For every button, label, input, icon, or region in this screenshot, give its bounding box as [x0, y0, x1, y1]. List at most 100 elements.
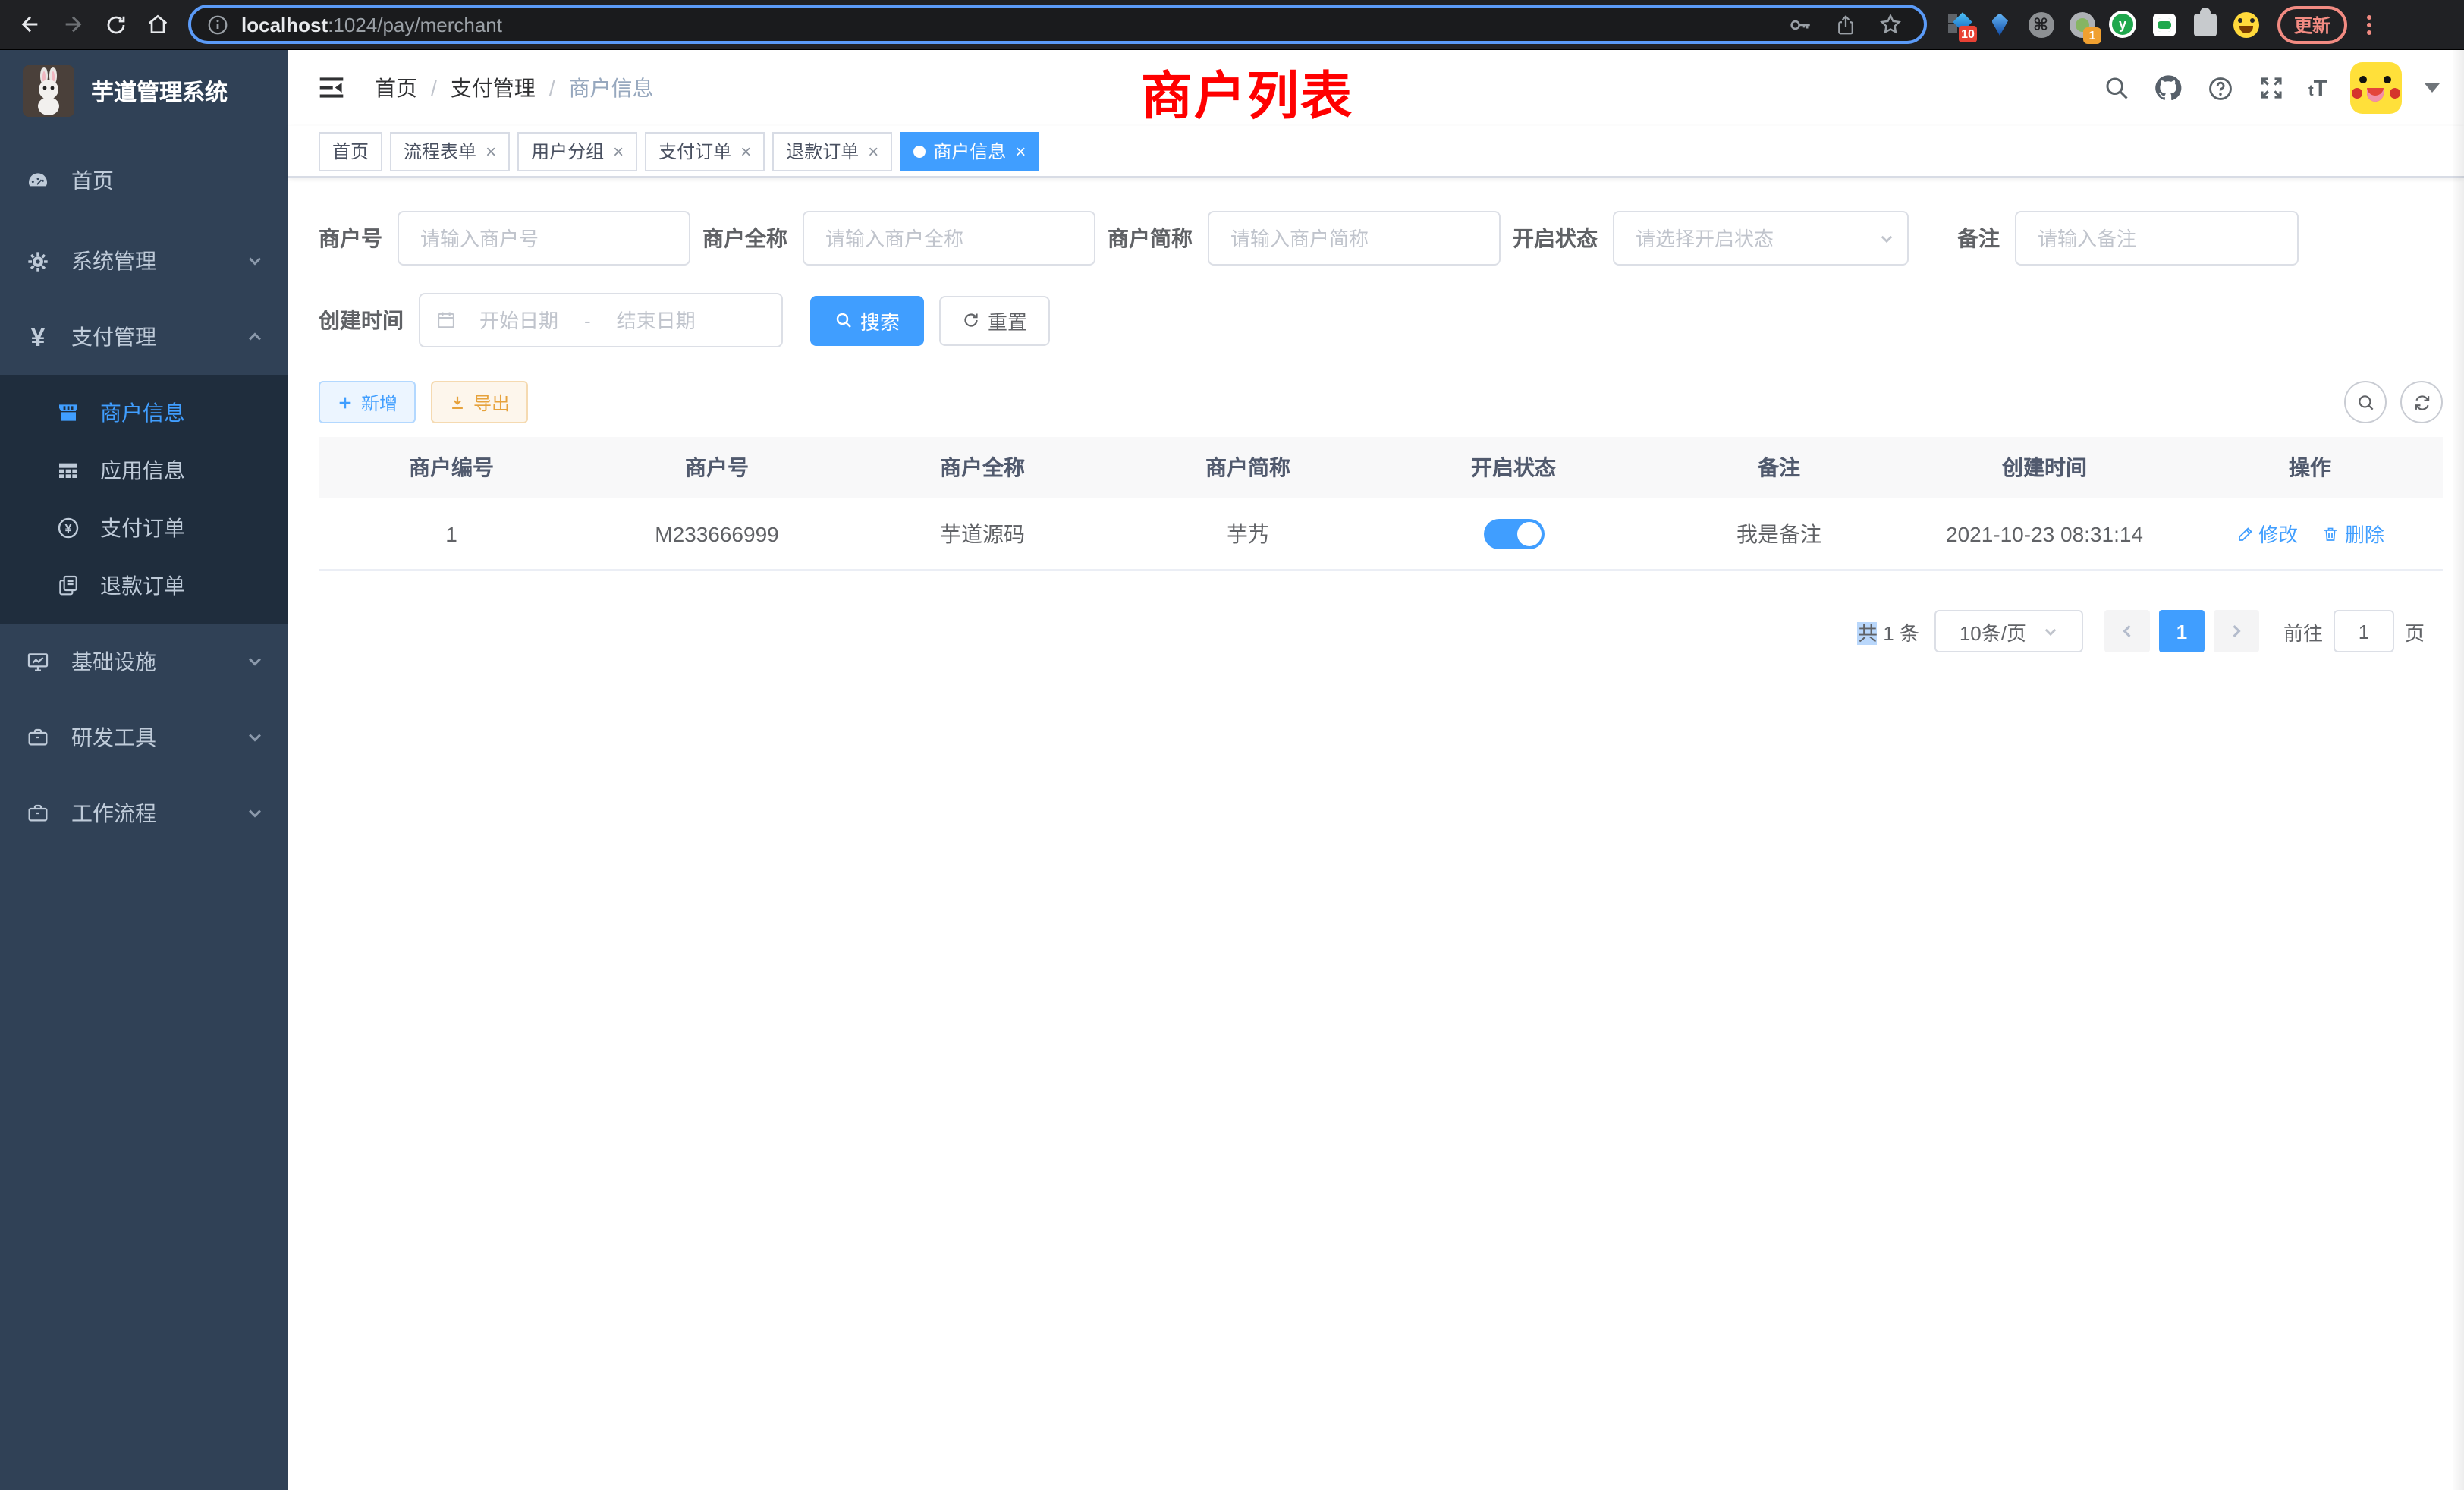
extensions-puzzle-icon[interactable]	[2191, 11, 2218, 38]
tags-view-bar: 首页 流程表单× 用户分组× 支付订单× 退款订单× 商户信息×	[288, 126, 2464, 178]
app-logo-row[interactable]: 芋道管理系统	[0, 50, 288, 132]
prev-page-button[interactable]	[2104, 610, 2150, 652]
sidebar-item-workflow[interactable]: 工作流程	[0, 775, 288, 851]
sidebar-collapse-button[interactable]	[313, 70, 350, 106]
navbar-actions: tT	[2104, 62, 2440, 114]
extension-badge-1: 1	[2083, 27, 2101, 44]
sidebar-item-pay-management[interactable]: ¥ 支付管理	[0, 299, 288, 375]
delete-link[interactable]: 删除	[2322, 519, 2384, 548]
address-bar[interactable]: localhost:1024/pay/merchant	[188, 5, 1927, 44]
search-icon[interactable]	[2104, 74, 2131, 102]
github-icon[interactable]	[2154, 73, 2184, 103]
browser-home-button[interactable]	[137, 3, 179, 46]
close-icon[interactable]: ×	[486, 142, 496, 160]
extension-gem-icon[interactable]	[1986, 11, 2013, 38]
status-select[interactable]	[1613, 211, 1909, 266]
cell-create-time: 2021-10-23 08:31:14	[1912, 521, 2177, 545]
field-label: 商户简称	[1108, 223, 1193, 253]
tab-home[interactable]: 首页	[319, 131, 382, 171]
fullscreen-icon[interactable]	[2258, 74, 2286, 102]
field-label: 开启状态	[1513, 223, 1598, 253]
start-date-input[interactable]	[457, 309, 581, 332]
profile-emoji-icon[interactable]	[2232, 11, 2259, 38]
tab-merchant-info[interactable]: 商户信息×	[900, 131, 1039, 171]
browser-back-button[interactable]	[9, 3, 52, 46]
reset-button[interactable]: 重置	[939, 295, 1050, 345]
goto-page-input[interactable]	[2334, 610, 2394, 652]
export-button[interactable]: 导出	[431, 381, 528, 423]
filter-row-1: 商户号 商户全称 商户简称 开启状态	[319, 211, 2443, 266]
remark-input[interactable]	[2015, 211, 2299, 266]
browser-reload-button[interactable]	[94, 3, 137, 46]
share-icon[interactable]	[1834, 13, 1857, 36]
status-select-input[interactable]	[1613, 211, 1909, 266]
goto-label: 前往	[2283, 617, 2323, 646]
toggle-search-button[interactable]	[2344, 381, 2387, 423]
avatar-caret-down-icon[interactable]	[2425, 83, 2440, 93]
tab-pay-order[interactable]: 支付订单×	[645, 131, 765, 171]
annotation-merchant-list: 商户列表	[1141, 55, 1353, 129]
extension-badge-10: 10	[1959, 26, 1977, 42]
sidebar-item-system-management[interactable]: 系统管理	[0, 223, 288, 299]
tab-refund-order[interactable]: 退款订单×	[772, 131, 892, 171]
end-date-input[interactable]	[594, 309, 718, 332]
field-label: 商户全称	[702, 223, 787, 253]
tab-user-group[interactable]: 用户分组×	[517, 131, 637, 171]
create-time-range-picker[interactable]: -	[419, 293, 783, 347]
page-size-select[interactable]: 10条/页	[1934, 610, 2083, 652]
close-icon[interactable]: ×	[613, 142, 624, 160]
edit-link[interactable]: 修改	[2236, 519, 2298, 548]
sidebar-item-home[interactable]: 首页	[0, 138, 288, 223]
full-name-input[interactable]	[803, 211, 1095, 266]
short-name-input[interactable]	[1208, 211, 1501, 266]
bookmark-star-icon[interactable]	[1878, 12, 1903, 36]
sidebar-item-infrastructure[interactable]: 基础设施	[0, 624, 288, 699]
sidebar-item-label: 支付订单	[100, 513, 273, 543]
status-toggle[interactable]	[1483, 518, 1544, 549]
page-number-1[interactable]: 1	[2159, 610, 2205, 652]
table-row: 1 M233666999 芋道源码 芋艿 我是备注 2021-10-23 08:…	[319, 498, 2443, 571]
column-header: 商户编号	[319, 452, 584, 483]
breadcrumb-home[interactable]: 首页	[375, 73, 417, 103]
toolbox-icon	[26, 725, 50, 750]
font-size-icon[interactable]: tT	[2308, 77, 2327, 99]
password-key-icon[interactable]	[1787, 11, 1813, 37]
extension-workona-icon[interactable]: 10	[1945, 11, 1972, 38]
add-button[interactable]: 新增	[319, 381, 416, 423]
merchant-no-input[interactable]	[398, 211, 690, 266]
extension-v-icon[interactable]: y	[2109, 11, 2136, 38]
extension-command-icon[interactable]: ⌘	[2027, 11, 2054, 38]
table-header-row: 商户编号 商户号 商户全称 商户简称 开启状态 备注 创建时间 操作	[319, 437, 2443, 498]
refresh-table-button[interactable]	[2400, 381, 2443, 423]
chevron-up-icon	[246, 328, 264, 346]
sidebar-item-pay-order[interactable]: ¥ 支付订单	[0, 499, 288, 557]
close-icon[interactable]: ×	[868, 142, 878, 160]
sidebar-item-label: 研发工具	[71, 722, 246, 753]
cell-full-name: 芋道源码	[850, 518, 1115, 549]
browser-forward-button[interactable]	[52, 3, 94, 46]
site-info-icon[interactable]	[206, 13, 229, 36]
user-avatar[interactable]	[2350, 62, 2402, 114]
breadcrumb-section[interactable]: 支付管理	[451, 73, 536, 103]
home-icon	[146, 12, 170, 36]
help-icon[interactable]	[2207, 74, 2236, 102]
chrome-update-button[interactable]: 更新	[2277, 5, 2347, 43]
cell-status	[1381, 518, 1646, 549]
search-button[interactable]: 搜索	[810, 295, 924, 345]
app-logo-rabbit-avatar	[23, 65, 74, 117]
sidebar-item-merchant-info[interactable]: 商户信息	[0, 384, 288, 442]
extension-recorder-icon[interactable]: 1	[2068, 11, 2095, 38]
sidebar-item-app-info[interactable]: 应用信息	[0, 442, 288, 499]
extension-notes-icon[interactable]	[2150, 11, 2177, 38]
close-icon[interactable]: ×	[740, 142, 751, 160]
sidebar: 芋道管理系统 首页 系统管理 ¥ 支付管理 商户信息	[0, 50, 288, 1490]
sidebar-item-refund-order[interactable]: 退款订单	[0, 557, 288, 615]
page-scrollbar[interactable]	[2453, 50, 2464, 1490]
next-page-button[interactable]	[2214, 610, 2259, 652]
column-header: 商户简称	[1115, 452, 1381, 483]
browser-menu-icon[interactable]	[2356, 14, 2381, 34]
close-icon[interactable]: ×	[1015, 142, 1026, 160]
chevron-down-icon	[246, 804, 264, 822]
sidebar-item-dev-tools[interactable]: 研发工具	[0, 699, 288, 775]
tab-process-form[interactable]: 流程表单×	[390, 131, 510, 171]
